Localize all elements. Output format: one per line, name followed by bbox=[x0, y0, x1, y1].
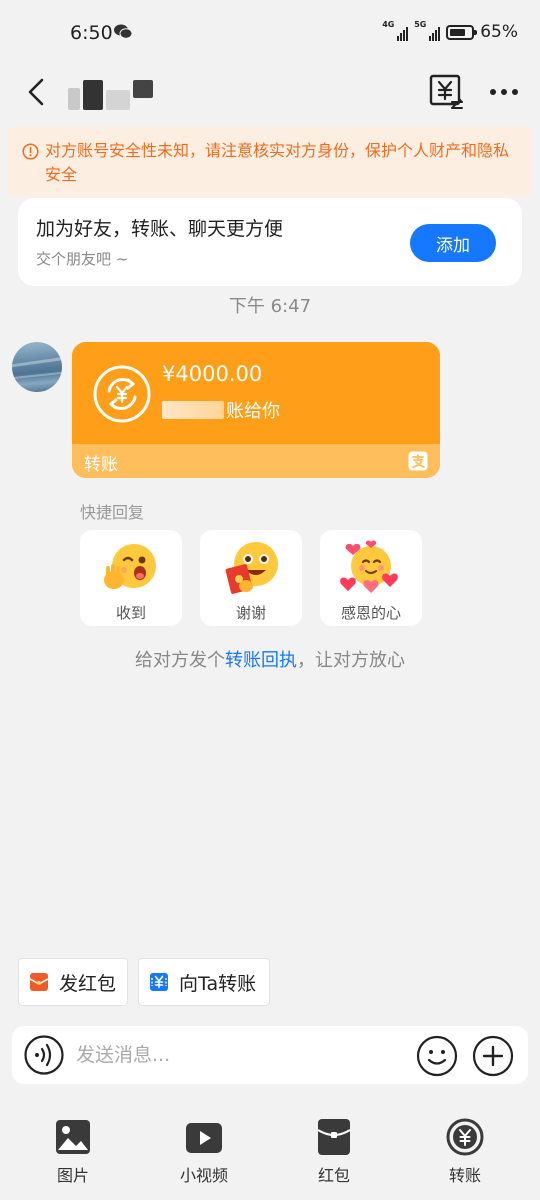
message-input[interactable] bbox=[76, 1038, 406, 1072]
wink-ok-emoji-icon bbox=[104, 544, 156, 589]
add-friend-title: 加为好友，转账、聊天更方便 bbox=[36, 218, 284, 240]
message-timestamp: 下午 6:47 bbox=[228, 296, 312, 317]
plus-button-icon[interactable] bbox=[472, 1035, 514, 1077]
toolbar-red-packet[interactable]: 红包 bbox=[289, 1114, 379, 1185]
more-dots-icon bbox=[490, 89, 518, 95]
toolbar-transfer-label: 转账 bbox=[448, 1166, 481, 1185]
toolbar-image-label: 图片 bbox=[56, 1166, 89, 1185]
transfer-card-footer: 转账 bbox=[72, 444, 440, 478]
battery-icon bbox=[446, 24, 478, 40]
toolbar-image[interactable]: 图片 bbox=[28, 1114, 118, 1185]
avatar[interactable] bbox=[12, 342, 62, 392]
more-button[interactable] bbox=[484, 76, 524, 108]
quick-reply-received-label: 收到 bbox=[115, 604, 146, 622]
message-input-bar bbox=[12, 1026, 528, 1084]
wechat-notification-icon bbox=[114, 24, 132, 39]
transfer-card-body: ¥4000.00 账给你 bbox=[72, 342, 440, 444]
transfer-message-card[interactable]: ¥4000.00 账给你 转账 bbox=[72, 342, 440, 478]
quick-reply-thanks-label: 谢谢 bbox=[235, 604, 266, 622]
transfer-receipt-link[interactable]: 转账回执 bbox=[225, 650, 297, 671]
signal-icon-2: 5G bbox=[414, 21, 441, 41]
red-packet-icon bbox=[29, 973, 49, 991]
back-button[interactable] bbox=[18, 70, 58, 114]
warning-text: 对方账号安全性未知，请注意核实对方身份，保护个人财产和隐私安全 bbox=[45, 141, 510, 184]
voice-input-icon[interactable] bbox=[24, 1035, 64, 1075]
redacted-name bbox=[162, 401, 224, 419]
toolbar-red-packet-label: 红包 bbox=[317, 1166, 350, 1185]
transfer-yuan-icon bbox=[150, 973, 168, 991]
status-right-cluster: 4G 5G 65% bbox=[382, 21, 518, 43]
receipt-hint-prefix: 给对方发个 bbox=[135, 650, 225, 671]
hearts-emoji-icon bbox=[340, 540, 398, 593]
quick-reply-thanks[interactable]: 谢谢 bbox=[200, 530, 302, 626]
toolbar-transfer[interactable]: 转账 bbox=[420, 1114, 510, 1185]
thanks-red-envelope-emoji-icon bbox=[225, 542, 278, 594]
transfer-exchange-icon bbox=[93, 365, 151, 423]
quick-reply-grateful-heart[interactable]: 感恩的心 bbox=[320, 530, 422, 626]
transfer-amount: ¥4000.00 bbox=[162, 362, 263, 386]
transfer-description-text: 账给你 bbox=[226, 401, 280, 422]
transfer-receipt-hint: 给对方发个转账回执，让对方放心 bbox=[0, 646, 540, 672]
chat-header bbox=[0, 64, 540, 120]
transfer-record-button[interactable] bbox=[424, 72, 468, 112]
send-red-packet-button[interactable]: 发红包 bbox=[18, 958, 128, 1006]
transfer-type-label: 转账 bbox=[84, 455, 118, 475]
back-arrow-icon bbox=[28, 78, 44, 106]
quick-reply-grateful-heart-label: 感恩的心 bbox=[340, 604, 401, 622]
video-icon bbox=[186, 1123, 222, 1153]
toolbar-video[interactable]: 小视频 bbox=[159, 1114, 249, 1185]
add-friend-button[interactable]: 添加 bbox=[410, 224, 496, 262]
quick-reply-received[interactable]: 收到 bbox=[80, 530, 182, 626]
receipt-hint-suffix: ，让对方放心 bbox=[297, 650, 405, 671]
add-friend-card: 加为好友，转账、聊天更方便 交个朋友吧 ~ 添加 bbox=[18, 198, 522, 286]
red-packet-icon bbox=[317, 1119, 351, 1155]
emoji-button-icon[interactable] bbox=[416, 1035, 458, 1077]
send-red-packet-label: 发红包 bbox=[59, 972, 117, 995]
battery-percent: 65% bbox=[480, 22, 518, 42]
image-icon bbox=[56, 1120, 90, 1154]
warning-icon bbox=[22, 143, 39, 160]
security-warning-banner: 对方账号安全性未知，请注意核实对方身份，保护个人财产和隐私安全 bbox=[8, 126, 532, 196]
alipay-logo-icon bbox=[408, 451, 428, 471]
transfer-icon bbox=[446, 1118, 484, 1156]
status-time: 6:50 bbox=[70, 22, 113, 44]
signal-icon-1: 4G bbox=[382, 21, 409, 41]
add-friend-subtitle: 交个朋友吧 ~ bbox=[36, 250, 129, 268]
contact-name-redacted bbox=[68, 80, 153, 110]
quick-reply-label: 快捷回复 bbox=[80, 503, 145, 522]
transfer-description: 账给你 bbox=[162, 397, 280, 423]
transfer-to-ta-button[interactable]: 向Ta转账 bbox=[138, 958, 270, 1006]
transfer-record-icon bbox=[429, 74, 463, 109]
status-bar: 6:50 4G 5G 65% bbox=[0, 0, 540, 64]
bottom-toolbar: 图片 小视频 红包 转账 bbox=[0, 1096, 540, 1200]
toolbar-video-label: 小视频 bbox=[179, 1166, 228, 1185]
transfer-to-ta-label: 向Ta转账 bbox=[179, 972, 257, 995]
